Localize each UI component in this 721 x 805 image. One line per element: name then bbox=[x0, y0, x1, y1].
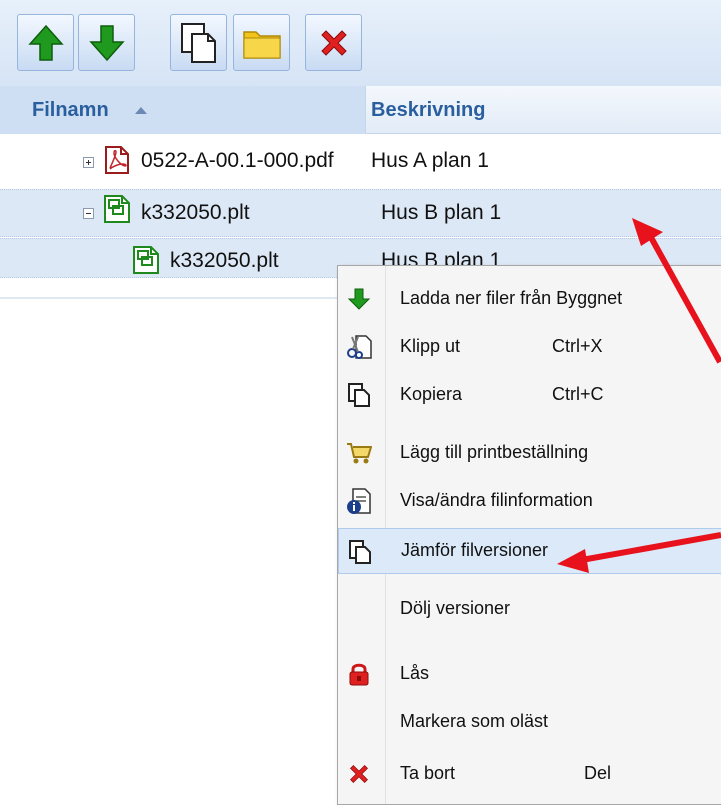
menu-item-label: Klipp ut bbox=[400, 336, 461, 356]
menu-item-hide-versions[interactable]: Dölj versioner bbox=[338, 586, 721, 632]
file-row[interactable]: k332050.plt Hus B plan 1 bbox=[0, 189, 721, 237]
menu-item-label: Lägg till printbeställning bbox=[400, 442, 589, 462]
menu-item-cut[interactable]: Klipp ut Ctrl+X bbox=[338, 324, 721, 370]
menu-item-copy[interactable]: Kopiera Ctrl+C bbox=[338, 372, 721, 418]
menu-item-shortcut: Ctrl+X bbox=[552, 336, 603, 356]
menu-item-label: Markera som oläst bbox=[400, 711, 549, 731]
file-name: k332050.plt bbox=[141, 201, 250, 224]
delete-icon bbox=[346, 761, 372, 787]
file-description: Hus B plan 1 bbox=[381, 201, 502, 224]
menu-item-download[interactable]: Ladda ner filer från Byggnet bbox=[338, 276, 721, 322]
cart-icon bbox=[346, 440, 372, 466]
context-menu: Ladda ner filer från Byggnet Klipp ut Ct… bbox=[337, 265, 721, 805]
move-up-button[interactable] bbox=[17, 14, 74, 71]
pdf-file-icon bbox=[105, 146, 129, 174]
file-name: k332050.plt bbox=[170, 249, 279, 272]
menu-item-label: Ladda ner filer från Byggnet bbox=[400, 288, 623, 308]
menu-item-label: Lås bbox=[400, 663, 430, 683]
plt-file-icon bbox=[133, 246, 159, 274]
arrow-down-icon bbox=[88, 24, 125, 61]
menu-item-label: Ta bort bbox=[400, 763, 456, 783]
menu-item-label: Visa/ändra filinformation bbox=[400, 490, 593, 510]
file-info-icon bbox=[346, 488, 372, 514]
copy-icon bbox=[180, 22, 216, 63]
grid-header: Filnamn Beskrivning bbox=[0, 86, 721, 134]
menu-item-print-order[interactable]: Lägg till printbeställning bbox=[338, 430, 721, 476]
file-row[interactable]: 0522-A-00.1-000.pdf Hus A plan 1 bbox=[0, 138, 721, 186]
menu-item-file-info[interactable]: Visa/ändra filinformation bbox=[338, 478, 721, 524]
menu-item-shortcut: Del bbox=[584, 763, 612, 783]
grid-bottom-border bbox=[0, 297, 340, 299]
sort-ascending-icon bbox=[135, 107, 147, 114]
column-header-filename[interactable]: Filnamn bbox=[0, 86, 366, 134]
collapse-minus-icon[interactable] bbox=[83, 208, 94, 219]
column-header-description-label: Beskrivning bbox=[371, 99, 486, 121]
lock-icon bbox=[346, 661, 372, 687]
cut-icon bbox=[346, 334, 372, 360]
menu-item-delete[interactable]: Ta bort Del bbox=[338, 751, 721, 797]
menu-item-label: Jämför filversioner bbox=[401, 540, 549, 560]
copy-icon bbox=[346, 382, 372, 408]
copy-button[interactable] bbox=[170, 14, 227, 71]
column-header-description[interactable]: Beskrivning bbox=[366, 86, 721, 134]
menu-item-shortcut: Ctrl+C bbox=[552, 384, 604, 404]
menu-item-label: Kopiera bbox=[400, 384, 463, 404]
menu-item-label: Dölj versioner bbox=[400, 598, 511, 618]
download-arrow-icon bbox=[346, 286, 372, 312]
arrow-up-icon bbox=[27, 24, 64, 61]
delete-button[interactable] bbox=[305, 14, 362, 71]
menu-item-mark-unread[interactable]: Markera som oläst bbox=[338, 699, 721, 745]
file-name: 0522-A-00.1-000.pdf bbox=[141, 149, 334, 172]
folder-icon bbox=[242, 30, 281, 59]
expand-plus-icon[interactable] bbox=[83, 157, 94, 168]
compare-icon bbox=[347, 539, 373, 565]
delete-icon bbox=[320, 29, 347, 56]
menu-item-compare-versions[interactable]: Jämför filversioner bbox=[338, 528, 721, 574]
plt-file-icon bbox=[104, 195, 130, 223]
toolbar bbox=[0, 0, 721, 86]
file-description: Hus A plan 1 bbox=[371, 149, 489, 172]
new-folder-button[interactable] bbox=[233, 14, 290, 71]
column-header-filename-label: Filnamn bbox=[32, 99, 109, 121]
move-down-button[interactable] bbox=[78, 14, 135, 71]
menu-item-lock[interactable]: Lås bbox=[338, 651, 721, 697]
